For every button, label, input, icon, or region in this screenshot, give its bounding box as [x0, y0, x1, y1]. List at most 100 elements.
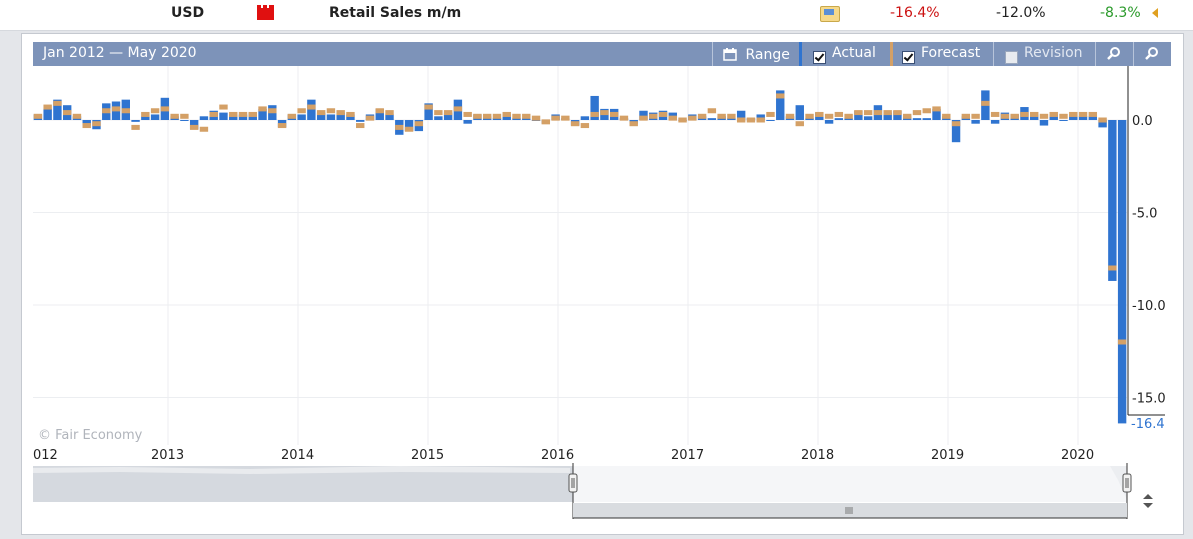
forecast-marker[interactable] — [150, 108, 160, 114]
forecast-marker[interactable] — [1078, 111, 1088, 117]
forecast-marker[interactable] — [1098, 117, 1107, 123]
actual-bar[interactable] — [180, 120, 189, 121]
actual-bar[interactable] — [863, 116, 873, 120]
actual-bar[interactable] — [385, 114, 394, 120]
forecast-marker[interactable] — [1069, 111, 1078, 117]
forecast-marker[interactable] — [385, 110, 394, 116]
forecast-marker[interactable] — [434, 110, 443, 116]
navigator-left-handle[interactable] — [568, 473, 578, 493]
forecast-marker[interactable] — [72, 113, 82, 119]
forecast-marker[interactable] — [102, 108, 111, 114]
forecast-marker[interactable] — [971, 113, 980, 119]
forecast-marker[interactable] — [131, 124, 140, 130]
forecast-marker[interactable] — [53, 100, 62, 106]
forecast-marker[interactable] — [1088, 111, 1098, 117]
actual-bar[interactable] — [795, 105, 804, 120]
actual-bar[interactable] — [307, 99, 316, 120]
forecast-marker[interactable] — [326, 108, 336, 114]
forecast-marker[interactable] — [776, 93, 785, 99]
forecast-marker[interactable] — [649, 113, 658, 119]
actual-bar[interactable] — [1117, 120, 1127, 424]
actual-bar[interactable] — [922, 118, 931, 120]
forecast-marker[interactable] — [678, 117, 687, 123]
forecast-marker[interactable] — [170, 113, 179, 119]
forecast-marker[interactable] — [121, 108, 130, 114]
forecast-marker[interactable] — [1108, 265, 1117, 271]
forecast-marker[interactable] — [1049, 111, 1058, 117]
forecast-marker[interactable] — [717, 113, 726, 119]
forecast-marker[interactable] — [727, 113, 736, 119]
forecast-marker[interactable] — [942, 113, 951, 119]
actual-bar[interactable] — [766, 120, 775, 121]
forecast-marker[interactable] — [483, 113, 492, 119]
forecast-marker[interactable] — [189, 124, 199, 130]
actual-bar[interactable] — [219, 112, 228, 120]
forecast-marker[interactable] — [707, 108, 717, 114]
actual-bar[interactable] — [824, 120, 834, 124]
forecast-marker[interactable] — [258, 106, 267, 112]
range-navigator[interactable] — [33, 463, 1153, 519]
forecast-marker[interactable] — [570, 121, 580, 127]
forecast-marker[interactable] — [756, 117, 765, 123]
actual-bar[interactable] — [326, 114, 336, 120]
forecast-marker[interactable] — [492, 113, 502, 119]
forecast-marker[interactable] — [1039, 113, 1049, 119]
forecast-marker[interactable] — [1117, 339, 1127, 345]
forecast-marker[interactable] — [863, 110, 873, 116]
forecast-marker[interactable] — [404, 126, 414, 132]
forecast-marker[interactable] — [62, 110, 72, 116]
forecast-marker[interactable] — [297, 108, 306, 114]
forecast-marker[interactable] — [932, 106, 941, 112]
forecast-marker[interactable] — [316, 110, 326, 116]
forecast-marker[interactable] — [688, 115, 697, 121]
forecast-marker[interactable] — [209, 111, 218, 117]
forecast-marker[interactable] — [522, 113, 531, 119]
forecast-marker[interactable] — [346, 111, 355, 117]
forecast-marker[interactable] — [1010, 113, 1019, 119]
forecast-marker[interactable] — [277, 123, 287, 129]
forecast-marker[interactable] — [551, 115, 560, 121]
forecast-marker[interactable] — [541, 119, 551, 125]
forecast-marker[interactable] — [805, 113, 814, 119]
navigator-selected-area[interactable] — [573, 466, 1127, 502]
forecast-marker[interactable] — [815, 111, 824, 117]
forecast-marker[interactable] — [33, 113, 43, 119]
forecast-marker[interactable] — [180, 113, 189, 119]
forecast-marker[interactable] — [1000, 113, 1010, 119]
forecast-marker[interactable] — [629, 121, 638, 127]
forecast-marker[interactable] — [619, 115, 629, 121]
forecast-marker[interactable] — [375, 108, 384, 114]
forecast-marker[interactable] — [824, 113, 834, 119]
forecast-marker[interactable] — [512, 113, 521, 119]
forecast-marker[interactable] — [414, 121, 424, 127]
actual-bar[interactable] — [580, 116, 590, 120]
forecast-marker[interactable] — [473, 113, 482, 119]
forecast-marker[interactable] — [238, 111, 248, 117]
forecast-marker[interactable] — [746, 117, 756, 123]
forecast-marker[interactable] — [697, 113, 707, 119]
forecast-marker[interactable] — [1059, 113, 1068, 119]
actual-bar[interactable] — [912, 118, 922, 120]
forecast-marker[interactable] — [199, 126, 209, 132]
forecast-marker[interactable] — [141, 111, 150, 117]
forecast-marker[interactable] — [356, 123, 365, 129]
forecast-marker[interactable] — [229, 111, 238, 117]
forecast-marker[interactable] — [336, 110, 345, 116]
forecast-marker[interactable] — [502, 111, 511, 117]
navigator-scroll-arrows-icon[interactable] — [1143, 494, 1153, 508]
actual-bar[interactable] — [1039, 120, 1049, 126]
forecast-marker[interactable] — [580, 123, 590, 129]
forecast-marker[interactable] — [834, 111, 844, 117]
forecast-marker[interactable] — [668, 115, 677, 121]
forecast-marker[interactable] — [395, 124, 404, 130]
forecast-marker[interactable] — [424, 104, 433, 110]
forecast-marker[interactable] — [990, 111, 1000, 117]
forecast-marker[interactable] — [981, 100, 990, 106]
actual-bar[interactable] — [131, 120, 140, 122]
forecast-marker[interactable] — [561, 115, 570, 121]
actual-bar[interactable] — [199, 116, 209, 120]
actual-bar[interactable] — [297, 114, 306, 120]
forecast-marker[interactable] — [795, 121, 804, 127]
actual-bar[interactable] — [971, 120, 980, 124]
forecast-marker[interactable] — [111, 106, 121, 112]
